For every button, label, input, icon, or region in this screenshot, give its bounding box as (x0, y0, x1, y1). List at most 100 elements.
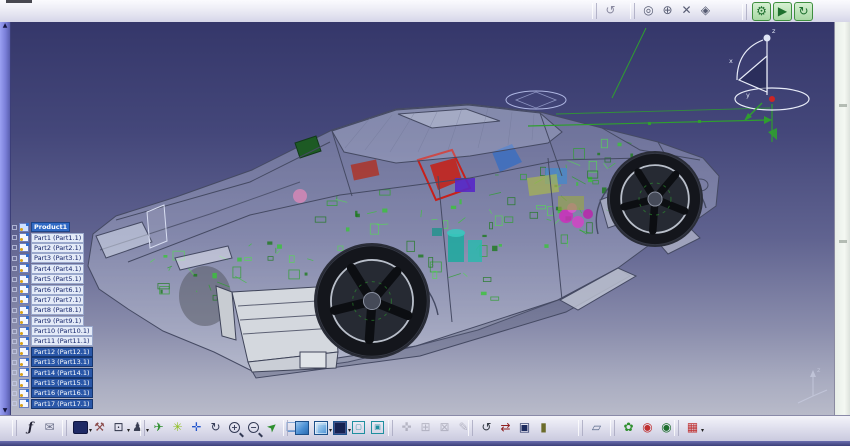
zoom-in-icon[interactable]: + (226, 419, 243, 436)
viewport-3d[interactable]: z x y z ▲ ▼ Product1Part1 (Part1.1)Part2… (0, 22, 834, 415)
visibility-group: ↺⇄▣▮ (468, 419, 553, 436)
part-doc-icon (19, 368, 29, 377)
stop-target-icon[interactable]: ◉ (639, 419, 656, 436)
tree-item-label: Part5 (Part5.1) (31, 274, 84, 284)
hide-show-icon[interactable]: ▣ (516, 419, 533, 436)
formula-icon[interactable]: ƒ (22, 419, 39, 436)
expand-handle-icon[interactable] (12, 245, 17, 250)
grid-group: ▦▾ (674, 419, 702, 436)
tree-item[interactable]: Part1 (Part1.1) (12, 232, 132, 242)
tree-item[interactable]: Part14 (Part14.1) (12, 367, 132, 377)
catalog-icon[interactable]: ▾ (72, 419, 89, 436)
expand-handle-icon[interactable] (12, 401, 17, 406)
simulation-play-icon[interactable]: ▶ (773, 2, 792, 21)
work-grid-icon[interactable]: ▦▾ (684, 419, 701, 436)
analysis-group: ✿◉◉ (610, 419, 676, 436)
measure-inertia-icon[interactable]: ⊠ (436, 419, 453, 436)
tree-item[interactable]: Part4 (Part4.1) (12, 264, 132, 274)
expand-handle-icon[interactable] (12, 225, 17, 230)
camera-target-icon[interactable]: ◈ (697, 2, 714, 19)
wireframe-icon[interactable]: ▾ (331, 419, 348, 436)
tree-item[interactable]: Part9 (Part9.1) (12, 316, 132, 326)
expand-handle-icon[interactable] (12, 381, 17, 386)
tree-item[interactable]: Part3 (Part3.1) (12, 253, 132, 263)
sectioning-icon[interactable]: ◉ (658, 419, 675, 436)
simulation-group: ⚙▶↻ (742, 2, 814, 21)
zoom-out-icon[interactable]: − (245, 419, 262, 436)
rotate-icon[interactable]: ↻ (207, 419, 224, 436)
expand-handle-icon[interactable] (12, 329, 17, 334)
specification-tree: Product1Part1 (Part1.1)Part2 (Part2.1)Pa… (12, 222, 132, 409)
light-icon[interactable]: ▮ (535, 419, 552, 436)
part-doc-icon (19, 327, 29, 336)
part-doc-icon (19, 264, 29, 273)
scroll-up-icon[interactable]: ▲ (3, 22, 8, 30)
tree-item[interactable]: Part16 (Part16.1) (12, 388, 132, 398)
tree-item[interactable]: Part12 (Part12.1) (12, 347, 132, 357)
record-loop-icon[interactable]: ↺ (602, 2, 619, 19)
tree-item[interactable]: Part7 (Part7.1) (12, 295, 132, 305)
simulation-replay-icon[interactable]: ↻ (794, 2, 813, 21)
view-compass[interactable]: z x y (729, 27, 809, 121)
tree-root-product[interactable]: Product1 (12, 222, 132, 232)
view-frame-icon[interactable]: ▢ (350, 419, 367, 436)
pan-icon[interactable]: ✛ (188, 419, 205, 436)
lock-icon[interactable]: ⊡▾ (110, 419, 127, 436)
tree-scrollbar[interactable]: ▲ ▼ (0, 22, 11, 415)
expand-handle-icon[interactable] (12, 256, 17, 261)
simulation-player-icon[interactable]: ⚙ (752, 2, 771, 21)
left-plane-marker (147, 205, 167, 248)
expand-handle-icon[interactable] (12, 318, 17, 323)
fly-mode-icon[interactable]: ✈ (150, 419, 167, 436)
examine-mode-icon[interactable]: ◎ (640, 2, 657, 19)
clash-icon[interactable]: ✿ (620, 419, 637, 436)
normal-view-icon[interactable]: ➤ (261, 416, 285, 440)
expand-handle-icon[interactable] (12, 339, 17, 344)
expand-handle-icon[interactable] (12, 360, 17, 365)
turntable-icon[interactable]: ↺ (478, 419, 495, 436)
expand-handle-icon[interactable] (12, 349, 17, 354)
tree-item[interactable]: Part13 (Part13.1) (12, 357, 132, 367)
tree-item[interactable]: Part11 (Part11.1) (12, 336, 132, 346)
eraser-group: ▱ (578, 419, 606, 436)
expand-handle-icon[interactable] (12, 391, 17, 396)
tree-item-label: Part14 (Part14.1) (31, 368, 93, 378)
fit-all-in-icon[interactable]: ✳ (169, 419, 186, 436)
knowledge-group: ƒ✉ (12, 419, 59, 436)
expand-handle-icon[interactable] (12, 308, 17, 313)
expand-handle-icon[interactable] (12, 370, 17, 375)
scroll-down-icon[interactable]: ▼ (3, 407, 8, 415)
tree-item[interactable]: Part8 (Part8.1) (12, 305, 132, 315)
walk-mode-icon[interactable]: ⊕ (659, 2, 676, 19)
measure-item-icon[interactable]: ⊞ (417, 419, 434, 436)
expand-handle-icon[interactable] (12, 266, 17, 271)
shading-icon[interactable] (293, 419, 310, 436)
expand-handle-icon[interactable] (12, 235, 17, 240)
eraser-icon[interactable]: ▱ (588, 419, 605, 436)
tree-item-label: Part2 (Part2.1) (31, 243, 84, 253)
measure-between-icon[interactable]: ✜ (398, 419, 415, 436)
disabled-measure-group: ✜⊞⊠✎ (388, 419, 473, 436)
tree-item[interactable]: Part17 (Part17.1) (12, 399, 132, 409)
collab-icon[interactable]: ⚒ (91, 419, 108, 436)
comment-icon[interactable]: ✉ (41, 419, 58, 436)
right-scrollbar[interactable] (834, 22, 850, 415)
fly-through-icon[interactable]: ✕ (678, 2, 695, 19)
view-frame-alt-icon[interactable]: ▣ (369, 419, 386, 436)
tree-item[interactable]: Part15 (Part15.1) (12, 378, 132, 388)
compass-center-dot (769, 96, 775, 102)
expand-handle-icon[interactable] (12, 287, 17, 292)
expand-handle-icon[interactable] (12, 297, 17, 302)
tree-item[interactable]: Part10 (Part10.1) (12, 326, 132, 336)
tree-item[interactable]: Part5 (Part5.1) (12, 274, 132, 284)
tree-item-label: Part12 (Part12.1) (31, 347, 93, 357)
tree-item[interactable]: Part6 (Part6.1) (12, 284, 132, 294)
svg-text:y: y (746, 91, 750, 99)
part-doc-icon (19, 223, 29, 232)
expand-handle-icon[interactable] (12, 277, 17, 282)
part-doc-icon (19, 316, 29, 325)
shading-edges-icon[interactable]: ▾ (312, 419, 329, 436)
svg-text:x: x (729, 57, 733, 65)
tree-item[interactable]: Part2 (Part2.1) (12, 243, 132, 253)
swap-visible-space-icon[interactable]: ⇄ (497, 419, 514, 436)
